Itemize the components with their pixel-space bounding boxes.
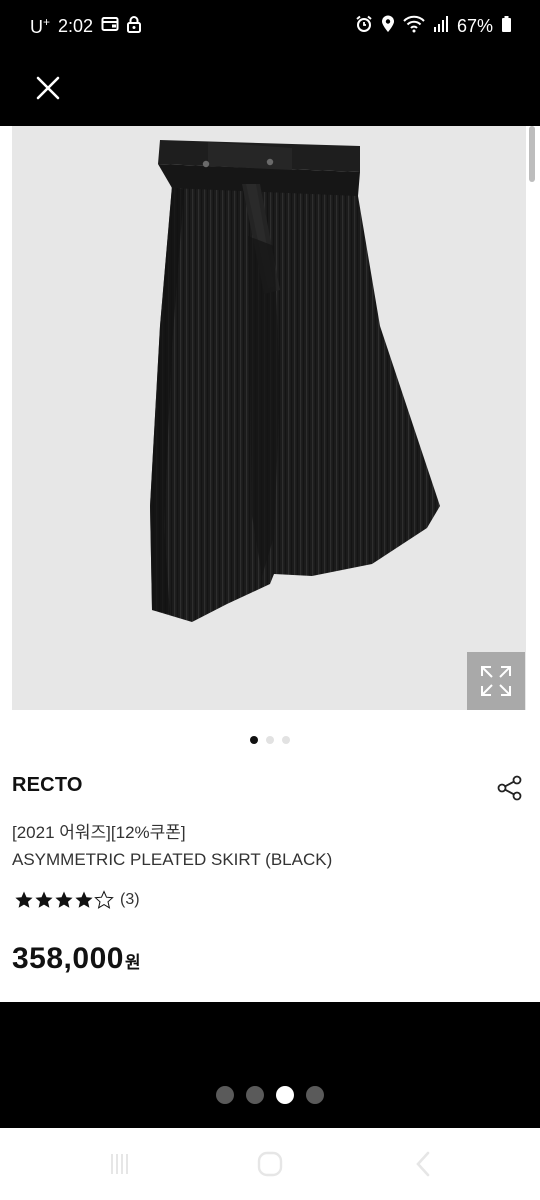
page-dot[interactable] bbox=[276, 1086, 294, 1104]
lock-icon bbox=[127, 15, 142, 38]
status-left: U+ 2:02 bbox=[30, 14, 142, 38]
page-dot[interactable] bbox=[216, 1086, 234, 1104]
share-icon bbox=[497, 775, 522, 801]
price-unit: 원 bbox=[124, 953, 141, 972]
carousel-dot[interactable] bbox=[282, 736, 290, 744]
expand-image-button[interactable] bbox=[467, 652, 525, 710]
close-button[interactable] bbox=[30, 70, 66, 106]
carousel-dot[interactable] bbox=[266, 736, 274, 744]
page-dot[interactable] bbox=[246, 1086, 264, 1104]
top-bar bbox=[0, 52, 540, 126]
status-time: 2:02 bbox=[58, 15, 94, 36]
product-name: ASYMMETRIC PLEATED SKIRT (BLACK) bbox=[12, 850, 333, 869]
share-button[interactable] bbox=[496, 774, 524, 802]
price-value: 358,000 bbox=[12, 942, 124, 975]
system-navbar bbox=[0, 1128, 540, 1200]
carousel-dot[interactable] bbox=[250, 736, 258, 744]
expand-icon bbox=[481, 666, 511, 696]
image-carousel-dots bbox=[0, 736, 540, 744]
brand-name[interactable]: RECTO bbox=[12, 774, 83, 797]
signal-icon bbox=[433, 15, 449, 38]
product-image[interactable] bbox=[12, 126, 526, 710]
status-bar: U+ 2:02 67% bbox=[0, 0, 540, 52]
recent-apps-icon bbox=[111, 1154, 128, 1174]
star-rating-icon bbox=[15, 891, 114, 909]
status-right: 67% bbox=[355, 14, 512, 38]
home-button[interactable] bbox=[254, 1148, 286, 1180]
product-detail: RECTO [2021 어워즈][12%쿠폰] ASYMMETRIC PLEAT… bbox=[0, 126, 540, 1002]
skirt-illustration bbox=[150, 140, 440, 622]
back-button[interactable] bbox=[408, 1148, 440, 1180]
alarm-icon bbox=[355, 15, 373, 38]
wifi-icon bbox=[403, 15, 425, 38]
recent-apps-button[interactable] bbox=[104, 1148, 136, 1180]
review-count[interactable]: (3) bbox=[120, 891, 140, 909]
battery-percent: 67% bbox=[456, 15, 493, 36]
wallet-icon bbox=[101, 16, 119, 37]
back-icon bbox=[416, 1151, 430, 1177]
battery-icon bbox=[501, 15, 512, 38]
home-icon bbox=[257, 1151, 283, 1177]
carrier-label: U+ bbox=[30, 14, 51, 37]
page-dot[interactable] bbox=[306, 1086, 324, 1104]
price: 358,000 원 bbox=[12, 942, 141, 976]
viewer-background bbox=[0, 1002, 540, 1128]
page-indicator bbox=[0, 1086, 540, 1104]
close-icon bbox=[36, 76, 60, 100]
location-icon bbox=[381, 15, 395, 38]
rating[interactable]: (3) bbox=[14, 890, 140, 910]
scrollbar[interactable] bbox=[529, 126, 535, 182]
promo-label: [2021 어워즈][12%쿠폰] bbox=[12, 823, 186, 842]
